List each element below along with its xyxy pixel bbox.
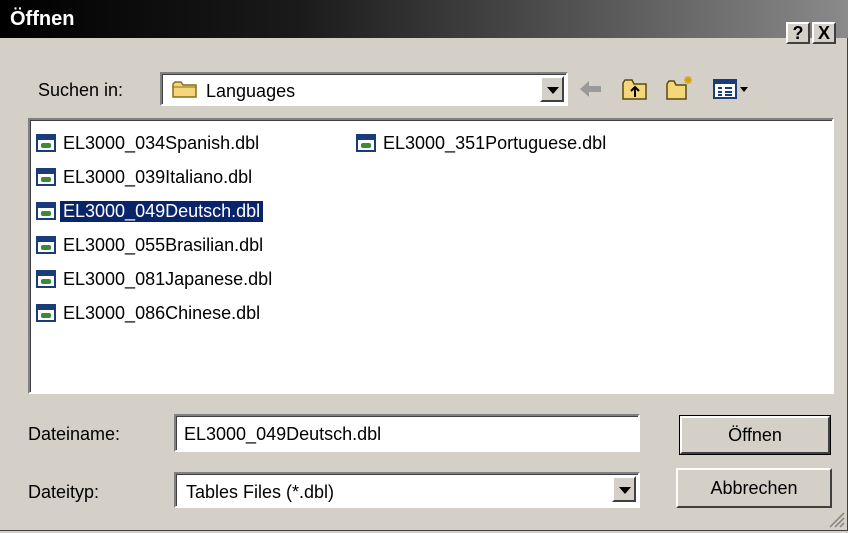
file-icon [36, 304, 56, 322]
filename-label: Dateiname: [28, 424, 121, 444]
file-item[interactable]: EL3000_034Spanish.dbl [36, 130, 262, 156]
file-icon [36, 168, 56, 186]
filetype-select[interactable]: Tables Files (*.dbl) [174, 472, 640, 508]
up-folder-icon[interactable] [620, 75, 650, 103]
file-name: EL3000_086Chinese.dbl [63, 302, 261, 323]
title-bar[interactable]: Öffnen [0, 0, 848, 38]
folder-icon [172, 80, 198, 98]
file-name: EL3000_055Brasilian.dbl [63, 234, 264, 255]
file-name: EL3000_081Japanese.dbl [63, 268, 273, 289]
look-in-label: Suchen in: [38, 80, 124, 100]
file-name: EL3000_351Portuguese.dbl [383, 132, 607, 153]
file-icon [36, 270, 56, 288]
file-icon [356, 134, 376, 152]
file-item[interactable]: EL3000_351Portuguese.dbl [356, 130, 609, 156]
look-in-combobox[interactable]: Languages [160, 72, 568, 106]
filetype-value: Tables Files (*.dbl) [186, 482, 335, 502]
file-icon [36, 134, 56, 152]
back-arrow-icon[interactable] [576, 75, 606, 103]
file-item-selected[interactable]: EL3000_049Deutsch.dbl [36, 198, 264, 224]
view-menu-icon[interactable] [712, 75, 752, 103]
cancel-button[interactable]: Abbrechen [676, 468, 832, 508]
look-in-value: Languages [206, 81, 296, 101]
file-list[interactable]: EL3000_034Spanish.dbl EL3000_039Italiano… [28, 118, 834, 394]
file-name: EL3000_039Italiano.dbl [63, 166, 253, 187]
file-name: EL3000_049Deutsch.dbl [60, 200, 264, 222]
filetype-label: Dateityp: [28, 482, 100, 502]
file-item[interactable]: EL3000_081Japanese.dbl [36, 266, 275, 292]
help-button[interactable]: ? [786, 22, 810, 44]
resize-grip-icon[interactable] [827, 510, 845, 528]
new-folder-icon[interactable] [664, 74, 694, 102]
dialog-title: Öffnen [10, 8, 75, 30]
file-item[interactable]: EL3000_086Chinese.dbl [36, 300, 263, 326]
file-icon [36, 236, 56, 254]
chevron-down-icon[interactable] [612, 476, 636, 502]
file-name: EL3000_034Spanish.dbl [63, 132, 260, 153]
file-icon [36, 202, 56, 220]
filename-value: EL3000_049Deutsch.dbl [184, 424, 382, 444]
file-item[interactable]: EL3000_039Italiano.dbl [36, 164, 255, 190]
file-item[interactable]: EL3000_055Brasilian.dbl [36, 232, 266, 258]
open-button[interactable]: Öffnen [679, 415, 831, 455]
open-dialog: Öffnen ? X Suchen in: Languages EL3000_0… [0, 0, 848, 531]
filename-input[interactable]: EL3000_049Deutsch.dbl [174, 414, 640, 452]
chevron-down-icon[interactable] [540, 76, 564, 102]
close-button[interactable]: X [812, 22, 836, 44]
